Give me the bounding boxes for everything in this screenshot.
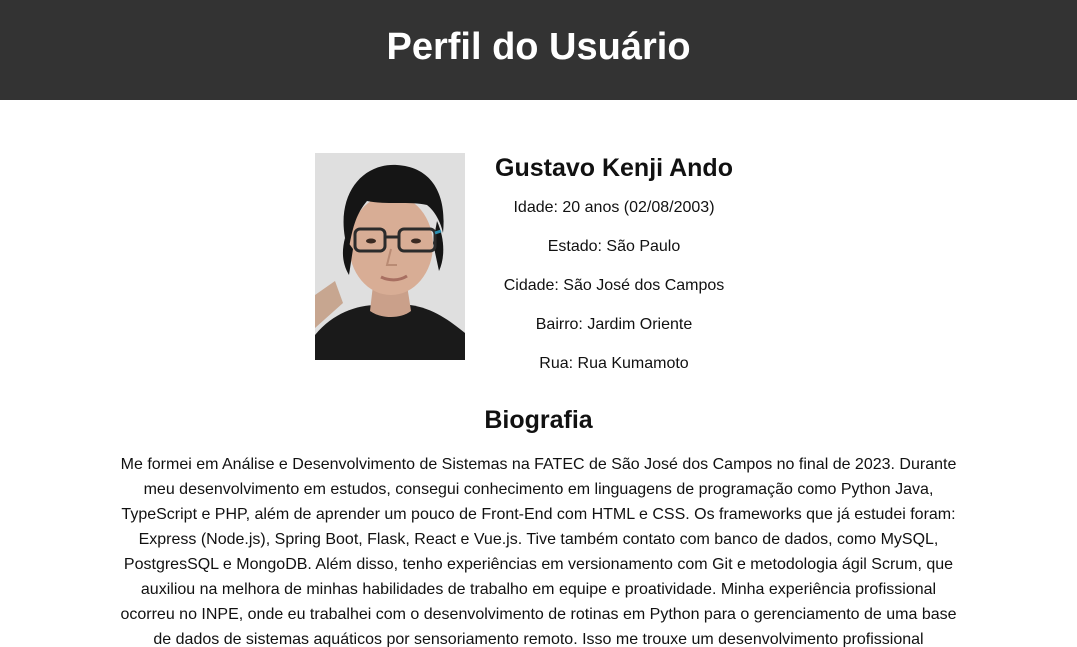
profile-photo-image xyxy=(315,153,465,360)
profile-neighborhood: Bairro: Jardim Oriente xyxy=(535,316,693,333)
profile-card: Gustavo Kenji Ando Idade: 20 anos (02/08… xyxy=(315,153,763,374)
profile-name: Gustavo Kenji Ando xyxy=(495,154,733,182)
profile-city: Cidade: São José dos Campos xyxy=(503,277,725,294)
profile-age: Idade: 20 anos (02/08/2003) xyxy=(513,199,715,216)
biography-section: Biografia Me formei em Análise e Desenvo… xyxy=(0,401,1077,647)
profile-street: Rua: Rua Kumamoto xyxy=(539,355,689,372)
profile-photo xyxy=(315,153,465,360)
biography-text: Me formei em Análise e Desenvolvimento d… xyxy=(120,456,957,647)
profile-info: Gustavo Kenji Ando Idade: 20 anos (02/08… xyxy=(465,153,763,374)
page-header: Perfil do Usuário xyxy=(0,0,1077,100)
page-title: Perfil do Usuário xyxy=(386,25,691,68)
biography-heading: Biografia xyxy=(484,406,593,434)
profile-state: Estado: São Paulo xyxy=(547,238,681,255)
